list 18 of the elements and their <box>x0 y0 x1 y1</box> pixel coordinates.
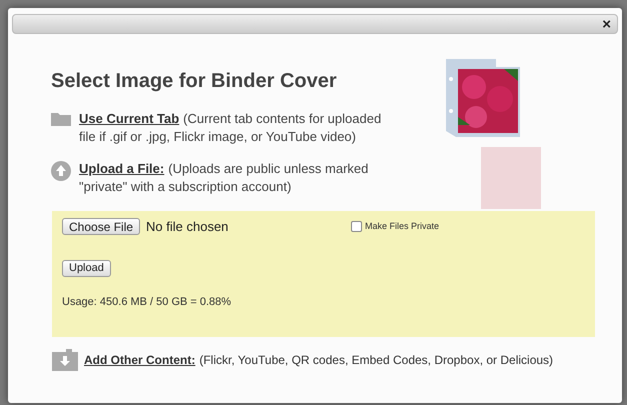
private-checkbox[interactable] <box>351 221 362 232</box>
usage-text: Usage: 450.6 MB / 50 GB = 0.88% <box>62 294 232 310</box>
download-box-icon <box>52 349 78 371</box>
close-button[interactable]: × <box>602 16 611 32</box>
checkbox-label: Make Files Private <box>365 220 440 233</box>
dialog-heading: Select Image for Binder Cover <box>51 69 338 94</box>
choose-file-button[interactable]: Choose File <box>62 218 140 236</box>
source-link[interactable]: Use Current Tab <box>79 111 180 126</box>
file-status: No file chosen <box>146 218 230 236</box>
source-description: Upload a File: (Uploads are public unless marked "private" with a subscription account) <box>79 160 370 196</box>
source-link[interactable]: Upload a File: <box>79 161 164 176</box>
upload-icon <box>51 161 71 181</box>
faded-photo-placeholder <box>481 147 541 209</box>
folder-icon <box>51 111 71 126</box>
upload-button[interactable]: Upload <box>62 260 111 276</box>
source-description: Use Current Tab (Current tab contents for uploaded file if .gif or .jpg, Flickr image, or YouTube video) <box>79 110 382 146</box>
other-content-description: Add Other Content: (Flickr, YouTube, QR codes, Embed Codes, Dropbox, or Delicious) <box>84 352 554 369</box>
other-content-link[interactable]: Add Other Content: <box>84 353 196 367</box>
